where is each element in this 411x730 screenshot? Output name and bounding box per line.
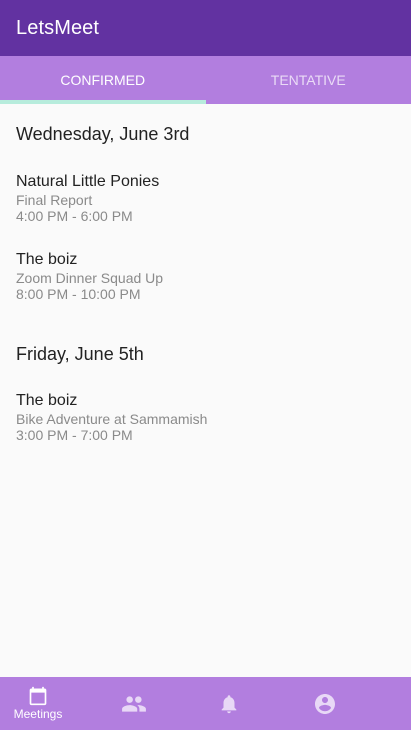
nav-meetings[interactable]: Meetings [0,677,76,730]
meetings-list: Wednesday, June 3rd Natural Little Ponie… [0,104,411,677]
nav-groups[interactable] [96,677,172,730]
meeting-group-name: The boiz [16,392,78,409]
app-bar: LetsMeet [0,0,411,56]
meeting-item[interactable]: The boiz Bike Adventure at Sammamish 3:0… [16,391,396,443]
meeting-time: 3:00 PM - 7:00 PM [16,427,133,443]
bottom-navigation: Meetings [0,677,411,730]
calendar-icon [28,686,48,706]
nav-notifications[interactable] [191,677,267,730]
tab-tentative-label: TENTATIVE [270,72,346,88]
nav-meetings-label: Meetings [13,707,63,721]
meeting-time: 8:00 PM - 10:00 PM [16,286,141,302]
meeting-group-name: Natural Little Ponies [16,173,160,190]
meeting-title: Bike Adventure at Sammamish [16,411,208,427]
app-title: LetsMeet [16,16,100,39]
meeting-time: 4:00 PM - 6:00 PM [16,208,133,224]
tab-bar: CONFIRMED TENTATIVE [0,56,411,104]
tab-confirmed-label: CONFIRMED [60,72,146,88]
meeting-title: Final Report [16,192,93,208]
people-icon [121,691,147,717]
bell-icon [218,693,240,715]
day-header: Friday, June 5th [16,344,144,364]
meeting-group-name: The boiz [16,251,78,268]
tab-confirmed[interactable]: CONFIRMED [0,56,206,104]
account-circle-icon [313,692,337,716]
tab-tentative[interactable]: TENTATIVE [206,56,411,104]
meeting-item[interactable]: Natural Little Ponies Final Report 4:00 … [16,172,396,224]
app-root: LetsMeet CONFIRMED TENTATIVE Wednesday, … [0,0,411,730]
meeting-title: Zoom Dinner Squad Up [16,270,164,286]
nav-account[interactable] [287,677,363,730]
meeting-item[interactable]: The boiz Zoom Dinner Squad Up 8:00 PM - … [16,250,396,302]
day-header: Wednesday, June 3rd [16,124,190,144]
